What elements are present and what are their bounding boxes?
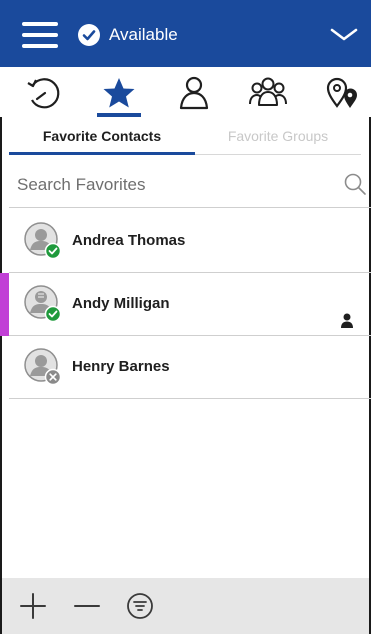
clock-history-icon[interactable] [24, 75, 64, 111]
contact-name: Andrea Thomas [72, 232, 186, 249]
search-input[interactable] [17, 168, 337, 202]
group-icon[interactable] [248, 75, 288, 111]
tab-favorite-contacts[interactable]: Favorite Contacts [9, 117, 195, 155]
tab-favorite-groups[interactable]: Favorite Groups [195, 117, 361, 155]
hamburger-menu-icon[interactable] [22, 22, 58, 50]
avatar [24, 285, 62, 323]
contact-name: Henry Barnes [72, 358, 170, 375]
search-bar [9, 162, 371, 208]
list-item[interactable]: Andrea Thomas [9, 210, 371, 273]
plus-icon[interactable] [19, 592, 47, 620]
contact-name: Andy Milligan [72, 295, 170, 312]
avatar [24, 222, 62, 260]
map-pins-icon[interactable] [322, 75, 362, 111]
chevron-down-icon[interactable] [329, 26, 359, 44]
star-icon[interactable] [99, 75, 139, 111]
person-icon [340, 313, 354, 329]
list-item[interactable]: Andy Milligan [0, 273, 371, 336]
filter-icon[interactable] [126, 592, 154, 620]
icon-tab-bar [0, 67, 371, 117]
status-label[interactable]: Available [109, 25, 178, 45]
favorite-contacts-list: Andrea Thomas Andy Milligan Henry Barnes [0, 210, 371, 399]
list-item[interactable]: Henry Barnes [9, 336, 371, 399]
top-bar: Available [0, 0, 371, 67]
bottom-toolbar [2, 578, 369, 634]
favorites-sub-tabs: Favorite Contacts Favorite Groups [0, 117, 371, 155]
search-icon[interactable] [343, 172, 367, 196]
check-circle-icon [78, 24, 100, 46]
person-icon[interactable] [174, 75, 214, 111]
minus-icon[interactable] [73, 592, 101, 620]
avatar [24, 348, 62, 386]
